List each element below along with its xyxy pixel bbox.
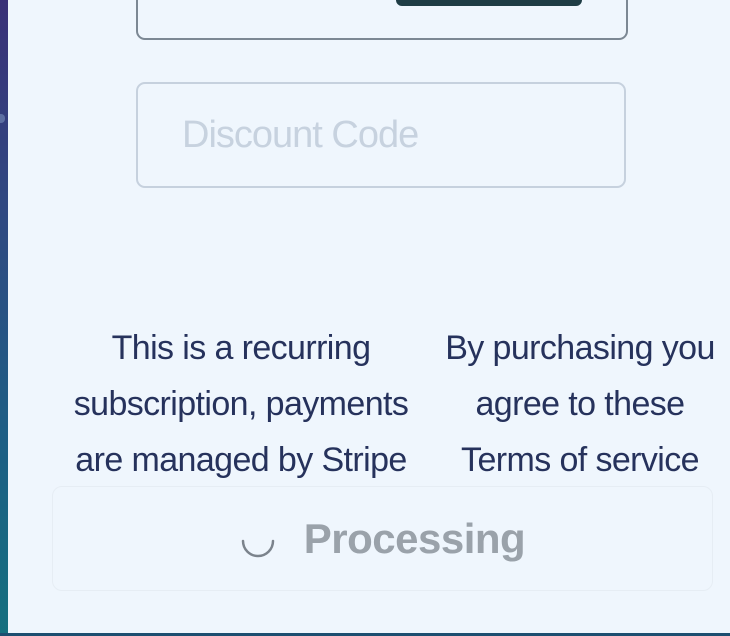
recurring-notice-line: subscription, payments xyxy=(73,385,409,423)
terms-of-service-link[interactable]: Terms of service xyxy=(430,432,730,488)
previous-action-button[interactable] xyxy=(396,0,582,6)
submit-button-label: Processing xyxy=(303,514,526,562)
processing-submit-button[interactable]: Processing xyxy=(52,486,713,591)
previous-field[interactable] xyxy=(136,0,628,40)
window-edge xyxy=(0,0,8,636)
recurring-subscription-notice: This is a recurring subscription, paymen… xyxy=(50,320,432,488)
terms-notice-line: By purchasing you xyxy=(445,329,715,367)
checkout-panel: This is a recurring subscription, paymen… xyxy=(8,0,730,633)
terms-notice-line: agree to these xyxy=(475,385,686,423)
spinner-icon xyxy=(241,539,275,557)
edge-handle xyxy=(0,114,5,123)
discount-code-input[interactable] xyxy=(136,82,626,188)
recurring-notice-line: This is a recurring xyxy=(111,329,371,367)
terms-notice: By purchasing you agree to these Terms o… xyxy=(430,320,730,488)
recurring-notice-line: are managed by Stripe xyxy=(75,441,407,479)
